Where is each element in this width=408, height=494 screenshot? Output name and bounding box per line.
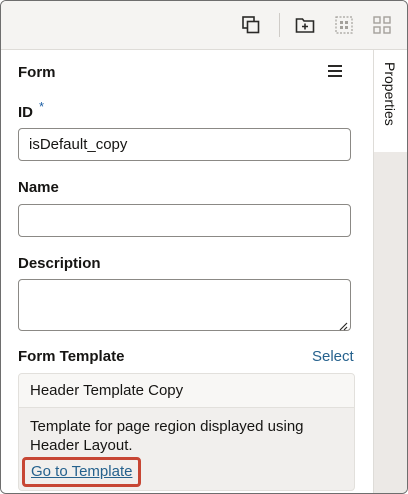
properties-window: Form ID* Name Description Form Template … — [0, 0, 408, 494]
id-field[interactable] — [18, 128, 351, 161]
top-toolbar — [1, 1, 407, 50]
template-description: Template for page region displayed using… — [30, 418, 304, 454]
name-label: Name — [18, 179, 59, 196]
duplicate-icon[interactable] — [241, 15, 261, 35]
properties-panel: Form ID* Name Description Form Template … — [1, 50, 373, 493]
tab-properties-label: Properties — [382, 62, 398, 126]
add-to-folder-icon[interactable] — [295, 15, 315, 35]
hamburger-menu-icon[interactable] — [328, 65, 342, 78]
required-indicator: * — [39, 99, 45, 114]
component-palette-icon[interactable] — [372, 15, 392, 35]
resize-grip-icon[interactable] — [338, 318, 348, 331]
panel-title: Form — [18, 64, 56, 81]
name-field[interactable] — [18, 204, 351, 237]
go-to-template-link[interactable]: Go to Template — [22, 457, 142, 487]
form-template-label: Form Template — [18, 348, 125, 365]
side-tab-strip: Properties — [373, 50, 407, 493]
template-name: Header Template Copy — [19, 374, 354, 408]
tab-properties[interactable]: Properties — [374, 50, 407, 152]
description-field[interactable] — [18, 279, 351, 331]
id-label-text: ID — [18, 104, 33, 121]
template-card: Header Template Copy Template for page r… — [18, 373, 355, 491]
grid-select-icon[interactable] — [334, 15, 354, 35]
toolbar-divider — [279, 13, 280, 37]
id-label: ID * — [18, 99, 44, 121]
select-template-link[interactable]: Select — [312, 348, 354, 365]
description-label: Description — [18, 255, 101, 272]
